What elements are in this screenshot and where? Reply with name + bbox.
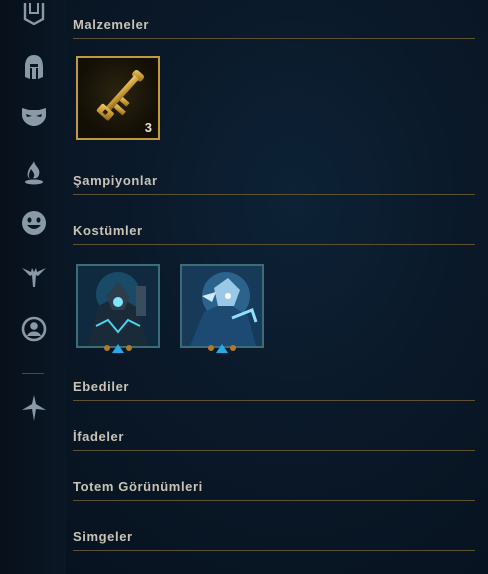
mask-icon[interactable]	[20, 102, 48, 130]
section-label-eternals: Ebediler	[73, 379, 130, 394]
inventory-icon[interactable]	[20, 0, 48, 28]
fire-icon[interactable]	[20, 158, 48, 186]
skin-card[interactable]	[180, 264, 264, 348]
section-header-skins[interactable]: Kostümler	[73, 218, 475, 245]
material-item-key-fragment[interactable]: 3	[76, 56, 160, 140]
skin-card[interactable]	[76, 264, 160, 348]
skin-art	[78, 266, 158, 346]
section-label-icons: Simgeler	[73, 529, 133, 544]
profile-icon[interactable]	[20, 315, 48, 343]
sidebar	[0, 0, 66, 574]
helmet-icon[interactable]	[20, 53, 48, 81]
section-label-ward-skins: Totem Görünümleri	[73, 479, 203, 494]
section-label-emotes: İfadeler	[73, 429, 125, 444]
section-header-eternals[interactable]: Ebediler	[73, 374, 475, 401]
chroma-marker	[208, 344, 236, 353]
chroma-marker	[104, 344, 132, 353]
skin-art	[182, 266, 262, 346]
section-label-materials: Malzemeler	[73, 17, 150, 32]
section-header-champions[interactable]: Şampiyonlar	[73, 168, 475, 195]
section-header-materials[interactable]: Malzemeler	[73, 12, 475, 39]
ward-totem-icon[interactable]	[20, 262, 48, 290]
section-header-ward-skins[interactable]: Totem Görünümleri	[73, 474, 475, 501]
eternals-icon[interactable]	[20, 394, 48, 422]
section-header-emotes[interactable]: İfadeler	[73, 424, 475, 451]
section-label-skins: Kostümler	[73, 223, 143, 238]
section-header-icons[interactable]: Simgeler	[73, 524, 475, 551]
smiley-icon[interactable]	[20, 209, 48, 237]
section-label-champions: Şampiyonlar	[73, 173, 158, 188]
item-count: 3	[144, 120, 152, 135]
sidebar-divider	[22, 373, 44, 374]
